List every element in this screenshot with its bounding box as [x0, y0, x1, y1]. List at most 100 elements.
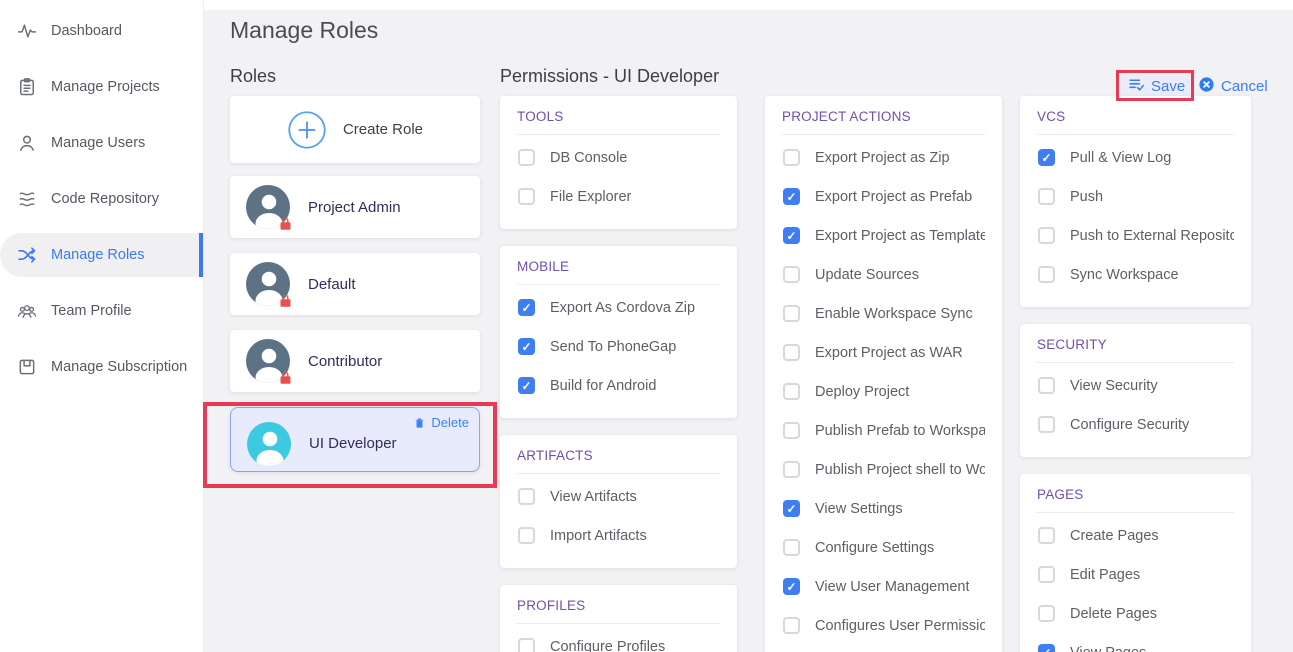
avatar — [246, 339, 290, 383]
role-card-contributor[interactable]: Contributor — [230, 330, 480, 392]
sidebar-item-manage-subscription[interactable]: Manage Subscription — [0, 347, 203, 387]
sidebar-item-manage-users[interactable]: Manage Users — [0, 123, 203, 163]
role-card-ui-developer[interactable]: UI Developer Delete — [230, 407, 480, 472]
permission-row-import-artifacts: Import Artifacts — [517, 516, 720, 555]
checkbox-build-for-android[interactable]: ✓ — [518, 377, 535, 394]
checkbox-configure-settings[interactable] — [783, 539, 800, 556]
permission-group-header: PROFILES — [517, 598, 720, 624]
checkbox-view-security[interactable] — [1038, 377, 1055, 394]
checkbox-update-sources[interactable] — [783, 266, 800, 283]
people-icon — [17, 301, 37, 321]
sidebar-item-label: Dashboard — [51, 23, 122, 39]
permission-row-enable-workspace-sync: Enable Workspace Sync — [782, 294, 985, 333]
sidebar-nav: Dashboard Manage Projects Manage Users Code… — [0, 11, 203, 387]
checkbox-send-to-phonegap[interactable]: ✓ — [518, 338, 535, 355]
checkbox-configures-user-permissions[interactable] — [783, 617, 800, 634]
permission-group-header: MOBILE — [517, 259, 720, 285]
roles-heading: Roles — [230, 66, 276, 87]
permission-group-vcs: VCS✓Pull & View LogPushPush to External … — [1020, 96, 1251, 307]
sidebar-item-label: Manage Subscription — [51, 359, 187, 375]
checkbox-export-as-cordova-zip[interactable]: ✓ — [518, 299, 535, 316]
create-role-label: Create Role — [343, 121, 423, 138]
checkbox-sync-workspace[interactable] — [1038, 266, 1055, 283]
checkbox-db-console[interactable] — [518, 149, 535, 166]
sidebar: Dashboard Manage Projects Manage Users Code… — [0, 0, 204, 652]
role-card-project-admin[interactable]: Project Admin — [230, 176, 480, 238]
permission-label: Configure Profiles — [550, 639, 665, 652]
permission-row-configure-settings: Configure Settings — [782, 528, 985, 567]
sidebar-item-manage-projects[interactable]: Manage Projects — [0, 67, 203, 107]
permission-label: File Explorer — [550, 189, 631, 205]
checkbox-view-user-management[interactable]: ✓ — [783, 578, 800, 595]
permission-label: Update Sources — [815, 267, 919, 283]
checkbox-publish-project-shell-to-wor[interactable] — [783, 461, 800, 478]
permission-label: Publish Project shell to Wor. — [815, 462, 985, 478]
checkbox-edit-pages[interactable] — [1038, 566, 1055, 583]
checkbox-configure-security[interactable] — [1038, 416, 1055, 433]
checkbox-delete-pages[interactable] — [1038, 605, 1055, 622]
checkbox-export-project-as-war[interactable] — [783, 344, 800, 361]
sidebar-item-dashboard[interactable]: Dashboard — [0, 11, 203, 51]
user-icon — [17, 133, 37, 153]
permission-row-export-project-as-prefab: ✓Export Project as Prefab — [782, 177, 985, 216]
checkbox-push-to-external-repository[interactable] — [1038, 227, 1055, 244]
sidebar-item-label: Manage Projects — [51, 79, 160, 95]
permission-label: Sync Workspace — [1070, 267, 1179, 283]
checkbox-export-project-as-prefab[interactable]: ✓ — [783, 188, 800, 205]
checkbox-import-artifacts[interactable] — [518, 527, 535, 544]
checkbox-view-artifacts[interactable] — [518, 488, 535, 505]
permission-label: Push — [1070, 189, 1103, 205]
role-name: Contributor — [308, 353, 382, 370]
permission-label: Export Project as Zip — [815, 150, 950, 166]
permission-row-push: Push — [1037, 177, 1234, 216]
sidebar-item-manage-roles[interactable]: Manage Roles — [0, 233, 203, 277]
permission-row-configure-profiles: Configure Profiles — [517, 627, 720, 652]
permission-group-mobile: MOBILE✓Export As Cordova Zip✓Send To Pho… — [500, 246, 737, 418]
checkbox-create-pages[interactable] — [1038, 527, 1055, 544]
sidebar-item-label: Manage Users — [51, 135, 145, 151]
lock-icon — [278, 370, 293, 385]
checkbox-publish-prefab-to-workspace[interactable] — [783, 422, 800, 439]
role-name: Project Admin — [308, 199, 401, 216]
permission-label: View User Management — [815, 579, 969, 595]
checkbox-file-explorer[interactable] — [518, 188, 535, 205]
role-name: UI Developer — [309, 435, 397, 452]
permission-row-view-security: View Security — [1037, 366, 1234, 405]
main-content: Manage Roles Roles Permissions - UI Deve… — [204, 0, 1293, 652]
checkbox-pull-view-log[interactable]: ✓ — [1038, 149, 1055, 166]
stack-icon — [17, 189, 37, 209]
role-name: Default — [308, 276, 356, 293]
delete-role-button[interactable]: Delete — [413, 415, 469, 430]
permission-group-header: PAGES — [1037, 487, 1234, 513]
permission-row-pull-view-log: ✓Pull & View Log — [1037, 138, 1234, 177]
checkbox-view-pages[interactable]: ✓ — [1038, 644, 1055, 652]
permission-label: Push to External Repository — [1070, 228, 1234, 244]
permission-row-delete-pages: Delete Pages — [1037, 594, 1234, 633]
save-label: Save — [1151, 78, 1185, 95]
permission-row-send-to-phonegap: ✓Send To PhoneGap — [517, 327, 720, 366]
lock-icon — [278, 216, 293, 231]
checkbox-export-project-as-template[interactable]: ✓ — [783, 227, 800, 244]
create-role-button[interactable]: Create Role — [230, 96, 480, 163]
permission-label: View Settings — [815, 501, 903, 517]
floppy-icon — [17, 357, 37, 377]
roles-list: Create Role Project Admin Default Contribut… — [230, 96, 480, 472]
checkbox-deploy-project[interactable] — [783, 383, 800, 400]
checkbox-configure-profiles[interactable] — [518, 638, 535, 652]
checkbox-enable-workspace-sync[interactable] — [783, 305, 800, 322]
permission-row-db-console: DB Console — [517, 138, 720, 177]
checkbox-push[interactable] — [1038, 188, 1055, 205]
sidebar-item-label: Manage Roles — [51, 247, 145, 263]
top-strip — [204, 0, 1293, 10]
role-card-default[interactable]: Default — [230, 253, 480, 315]
playlist-check-icon — [1128, 76, 1145, 97]
permission-row-configure-security: Configure Security — [1037, 405, 1234, 444]
checkbox-view-settings[interactable]: ✓ — [783, 500, 800, 517]
clipboard-icon — [17, 77, 37, 97]
checkbox-export-project-as-zip[interactable] — [783, 149, 800, 166]
sidebar-item-code-repository[interactable]: Code Repository — [0, 179, 203, 219]
permission-row-export-project-as-zip: Export Project as Zip — [782, 138, 985, 177]
save-button[interactable]: Save — [1121, 75, 1192, 98]
sidebar-item-team-profile[interactable]: Team Profile — [0, 291, 203, 331]
cancel-button[interactable]: Cancel — [1198, 75, 1268, 98]
